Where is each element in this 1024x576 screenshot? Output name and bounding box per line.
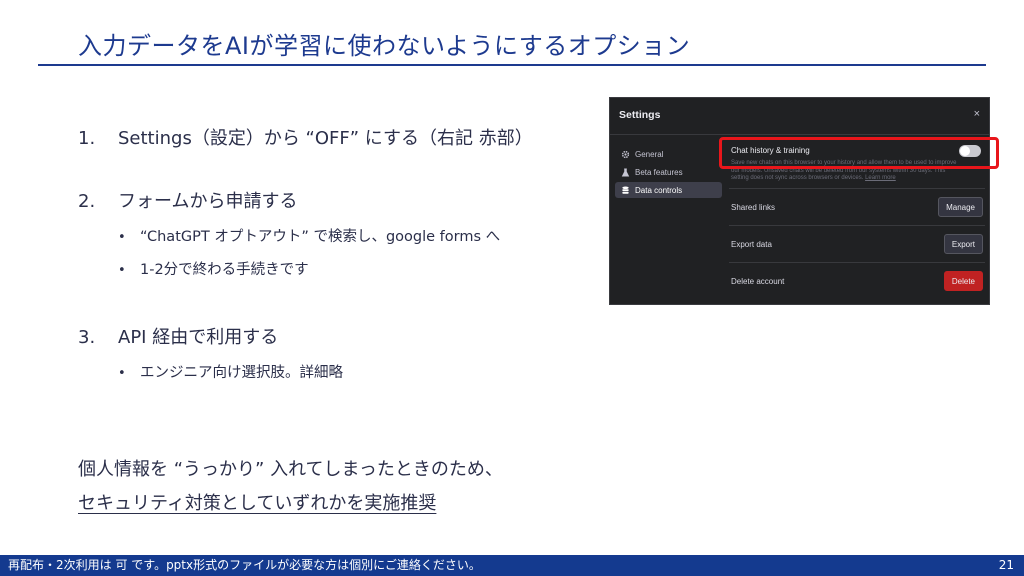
sidebar-item-label: Beta features [635,167,683,177]
close-icon[interactable]: × [974,108,980,120]
title-underline [38,64,986,66]
summary-line-1: 個人情報を “うっかり” 入れてしまったときのため、 [78,459,503,480]
item-number: 3. [78,327,96,348]
bullet-dot: • [118,366,126,381]
bullet-dot: • [118,230,126,245]
export-data-row: Export data Export [729,226,985,263]
bullet-dot: • [118,263,126,278]
item-text: API 経由で利用する [118,327,279,348]
database-icon [620,185,630,195]
sub-bullet: • 1-2分で終わる手続きです [118,258,309,279]
bullet-text: 1-2分で終わる手続きです [140,262,309,278]
summary-line-2: セキュリティ対策としていずれかを実施推奨 [78,493,437,514]
manage-button[interactable]: Manage [938,197,983,217]
sub-bullet: • “ChatGPT オプトアウト” で検索し、google forms へ [118,225,500,246]
sidebar-item-label: Data controls [635,185,683,195]
sidebar-item-general[interactable]: General [615,146,722,162]
item-number: 1. [78,128,96,149]
shared-links-label: Shared links [731,203,776,212]
bullet-text: “ChatGPT オプトアウト” で検索し、google forms へ [140,229,501,245]
highlight-box [719,137,999,169]
footer-note: 再配布・2次利用は 可 です。pptx形式のファイルが必要な方は個別にご連絡くだ… [8,558,481,572]
export-data-label: Export data [731,240,772,249]
bullet-text: エンジニア向け選択肢。詳細略 [140,365,343,381]
sub-bullet: • エンジニア向け選択肢。詳細略 [118,361,343,382]
sidebar-item-data-controls[interactable]: Data controls [615,182,722,198]
settings-sidebar: General Beta features Data controls [615,146,722,200]
settings-header: Settings × [610,98,989,135]
learn-more-link[interactable]: Learn more [865,175,896,181]
delete-account-row: Delete account Delete [729,263,985,299]
settings-title: Settings [619,109,661,121]
export-button[interactable]: Export [943,234,983,254]
list-item-2: 2. フォームから申請する [78,187,297,213]
flask-icon [620,167,630,177]
settings-dialog: Settings × General Beta features Data co… [609,97,990,305]
footer-bar: 再配布・2次利用は 可 です。pptx形式のファイルが必要な方は個別にご連絡くだ… [0,555,1024,576]
list-item-1: 1. Settings（設定）から “OFF” にする（右記 赤部） [78,124,533,150]
sidebar-item-beta-features[interactable]: Beta features [615,164,722,180]
delete-account-label: Delete account [731,277,785,286]
list-item-3: 3. API 経由で利用する [78,323,278,349]
sidebar-item-label: General [635,149,664,159]
page-number: 21 [998,558,1014,572]
shared-links-row: Shared links Manage [729,189,985,226]
item-text: フォームから申請する [118,191,298,212]
item-number: 2. [78,191,96,212]
slide-title: 入力データをAIが学習に使わないようにするオプション [78,32,691,60]
item-text: Settings（設定）から “OFF” にする（右記 赤部） [118,128,533,149]
gear-icon [620,149,630,159]
delete-button[interactable]: Delete [943,271,983,291]
